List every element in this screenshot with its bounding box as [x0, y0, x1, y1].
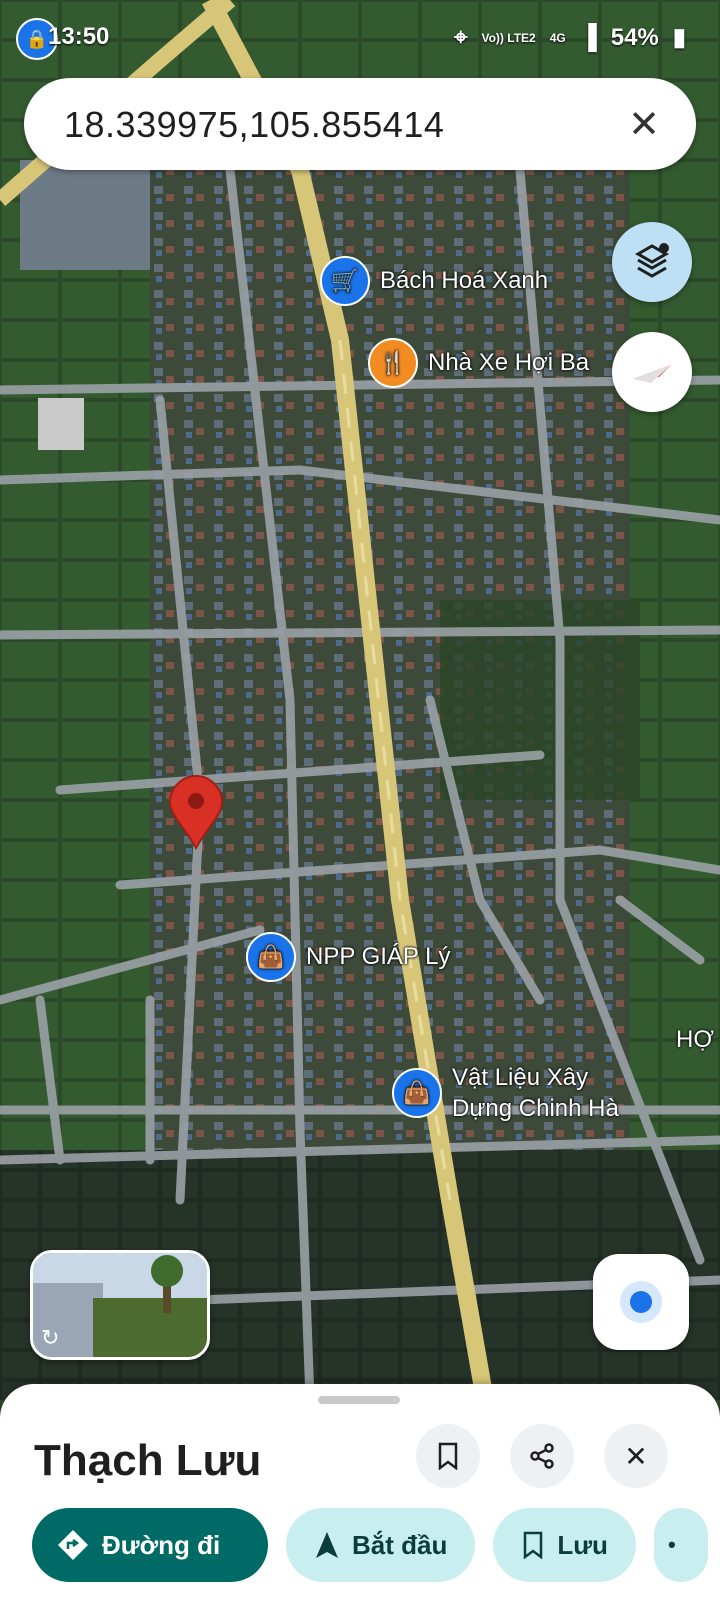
poi-nha-xe-hoi-ba[interactable]: 🍴 Nhà Xe Hợi Ba: [368, 338, 589, 388]
bookmark-icon: [524, 1531, 543, 1559]
more-actions-button[interactable]: •: [653, 1508, 708, 1582]
compass-button[interactable]: [612, 332, 692, 412]
place-bottom-sheet[interactable]: Thạch Lưu ✕ Đường đi Bắt đầu Lưu •: [0, 1384, 720, 1600]
more-icon: •: [667, 1532, 676, 1557]
battery-icon: ▮: [672, 24, 686, 51]
action-buttons: Đường đi Bắt đầu Lưu •: [32, 1508, 708, 1582]
poi-npp-giap-ly[interactable]: 👜 NPP GIÁP Lý: [246, 932, 451, 982]
status-time: 13:50: [48, 23, 110, 50]
poi-label-line1: Vật Liệu Xây: [452, 1064, 589, 1091]
poi-label: HỢ: [676, 1026, 714, 1053]
status-bar: 🔒 13:50 ⌖ Vo)) LTE2 4G ▐ 54% ▮: [0, 18, 720, 60]
my-location-button[interactable]: [593, 1254, 689, 1350]
poi-vat-lieu-xay-dung[interactable]: 👜 Vật Liệu Xây Dựng Chinh Hà: [392, 1062, 619, 1124]
directions-label: Đường đi: [102, 1529, 221, 1560]
rotate-360-icon: ↻: [41, 1325, 60, 1350]
poi-bach-hoa-xanh[interactable]: 🛒 Bách Hoá Xanh: [320, 256, 548, 306]
shopping-bag-icon: 👜: [392, 1068, 442, 1118]
close-icon: ✕: [624, 1440, 648, 1472]
shopping-bag-icon: 👜: [246, 932, 296, 982]
location-indicator-icon: ⌖: [453, 23, 468, 51]
poi-partial[interactable]: HỢ: [676, 1026, 714, 1054]
poi-label: NPP GIÁP Lý: [306, 943, 451, 970]
start-label: Bắt đầu: [352, 1529, 448, 1560]
fork-knife-icon: 🍴: [368, 338, 418, 388]
layers-button[interactable]: [612, 222, 692, 302]
layers-icon: [634, 243, 670, 278]
satellite-map[interactable]: [0, 0, 720, 1600]
save-label: Lưu: [557, 1529, 608, 1560]
directions-icon: [58, 1530, 88, 1560]
poi-label-line2: Dựng Chinh Hà: [452, 1095, 619, 1122]
mobile-data-label: 4G: [549, 30, 566, 45]
close-sheet-button[interactable]: ✕: [604, 1424, 668, 1488]
battery-label: 54%: [610, 23, 659, 51]
bookmark-icon: [438, 1442, 458, 1470]
signal-icon: ▐: [579, 23, 597, 51]
start-button[interactable]: Bắt đầu: [286, 1508, 476, 1582]
share-icon: [530, 1443, 554, 1469]
poi-label: Nhà Xe Hợi Ba: [428, 349, 590, 376]
directions-button[interactable]: Đường đi: [32, 1508, 268, 1582]
shopping-cart-icon: 🛒: [320, 256, 370, 306]
drag-handle[interactable]: [318, 1396, 400, 1404]
search-query[interactable]: 18.339975,105.855414: [64, 104, 444, 146]
my-location-icon: [630, 1291, 652, 1313]
compass-icon: [633, 365, 671, 383]
street-view-thumbnail[interactable]: ↻: [30, 1250, 210, 1360]
poi-label: Bách Hoá Xanh: [380, 267, 549, 294]
share-button[interactable]: [510, 1424, 574, 1488]
search-bar[interactable]: 18.339975,105.855414 ✕: [24, 78, 696, 170]
place-title: Thạch Lưu: [34, 1436, 262, 1485]
network-label: Vo)) LTE2: [481, 30, 536, 45]
close-icon[interactable]: ✕: [618, 98, 670, 150]
save-button[interactable]: Lưu: [493, 1508, 636, 1582]
navigation-arrow-icon: [316, 1532, 338, 1558]
bookmark-button[interactable]: [416, 1424, 480, 1488]
status-right: ⌖ Vo)) LTE2 4G ▐ 54% ▮: [454, 23, 686, 52]
